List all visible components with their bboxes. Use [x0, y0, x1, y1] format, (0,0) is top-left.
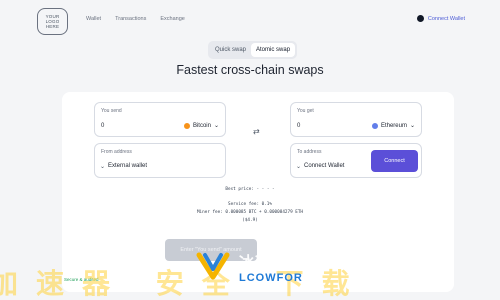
connect-button[interactable]: Connect	[371, 150, 418, 172]
nav-item-exchange[interactable]: Exchange	[160, 16, 184, 22]
chevron-down-icon: ⌄	[100, 164, 106, 170]
ethereum-icon	[371, 122, 378, 129]
chevron-down-icon: ⌄	[213, 123, 219, 129]
get-label: You get	[297, 108, 314, 114]
get-field[interactable]: You get 0 Ethereum ⌄	[290, 102, 422, 137]
tab-atomic-swap[interactable]: Atomic swap	[251, 43, 296, 57]
watermark-mark-icon	[196, 252, 230, 280]
page-title: Fastest cross-chain swaps	[176, 63, 324, 77]
send-asset-select[interactable]: Bitcoin ⌄	[183, 122, 219, 129]
swap-direction-icon[interactable]: ⇄	[253, 127, 260, 136]
watermark-brand-en: LCOWFOR	[239, 271, 303, 284]
brand-logo[interactable]: YOUR LOGO HERE	[37, 8, 68, 35]
nav-item-wallet[interactable]: Wallet	[86, 16, 101, 22]
bitcoin-icon	[183, 122, 190, 129]
wallet-icon	[416, 15, 424, 22]
get-asset-select[interactable]: Ethereum ⌄	[371, 122, 415, 129]
watermark-logo: 冰冰发号 LCOWFOR	[193, 247, 303, 287]
best-price-text: Best price: - - - -	[225, 187, 275, 192]
miner-fee-usd-text: ($4.9)	[242, 218, 258, 223]
swap-mode-tabs: Quick swap Atomic swap	[208, 41, 298, 59]
send-asset-label: Bitcoin	[192, 122, 211, 129]
send-amount-input[interactable]: 0	[101, 123, 104, 129]
connect-wallet-link[interactable]: Connect Wallet	[416, 15, 465, 22]
from-address-field[interactable]: From address ⌄ External wallet	[94, 143, 226, 178]
chevron-down-icon: ⌄	[409, 123, 415, 129]
logo-line: HERE	[45, 24, 60, 29]
top-nav: Wallet Transactions Exchange	[86, 16, 185, 22]
nav-item-transactions[interactable]: Transactions	[115, 16, 146, 22]
page: YOUR LOGO HERE Wallet Transactions Excha…	[0, 0, 500, 300]
get-asset-label: Ethereum	[380, 122, 407, 129]
to-address-label: To address	[297, 149, 322, 155]
service-fee-text: Service fee: 0.1%	[228, 202, 272, 207]
watermark-words: 冰冰发号 LCOWFOR	[239, 251, 303, 284]
tab-quick-swap[interactable]: Quick swap	[210, 43, 251, 57]
from-address-label: From address	[101, 149, 132, 155]
from-address-value: External wallet	[108, 163, 148, 169]
watermark-brand-cn: 冰冰发号	[239, 253, 304, 271]
send-field[interactable]: You send 0 Bitcoin ⌄	[94, 102, 226, 137]
send-label: You send	[101, 108, 122, 114]
get-amount-value: 0	[297, 123, 301, 129]
miner-fee-text: Miner fee: 0.000085 BTC + 0.000084279 ET…	[196, 210, 304, 215]
to-address-value: Connect Wallet	[304, 163, 345, 169]
chevron-down-icon: ⌄	[296, 164, 302, 170]
connect-wallet-label: Connect Wallet	[427, 15, 465, 22]
